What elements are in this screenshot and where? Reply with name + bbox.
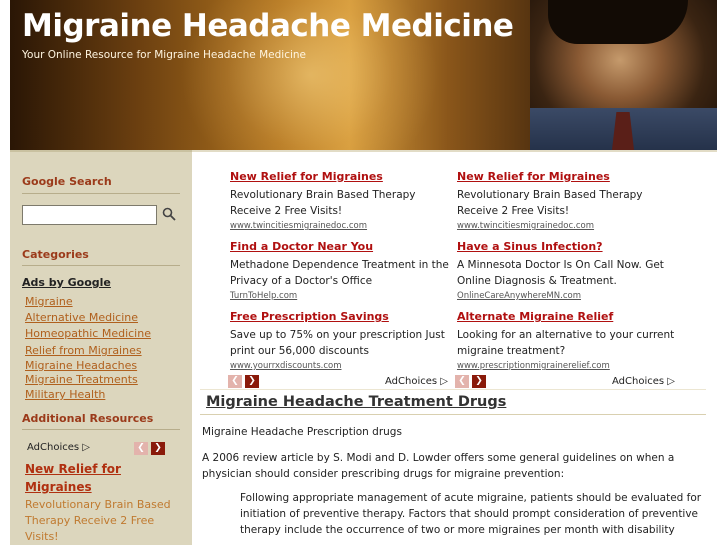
ad-text: Revolutionary Brain Based Therapy Receiv… bbox=[230, 189, 416, 217]
divider bbox=[22, 265, 180, 266]
main-content: New Relief for Migraines Revolutionary B… bbox=[192, 150, 717, 545]
sidebar-ad-text: Revolutionary Brain Based Therapy Receiv… bbox=[25, 498, 171, 543]
search-input[interactable] bbox=[22, 205, 157, 225]
category-link[interactable]: Military Health bbox=[25, 388, 105, 401]
sidebar: Google Search Categories Ads by Google M… bbox=[10, 150, 192, 545]
divider bbox=[22, 193, 180, 194]
category-link[interactable]: Migraine Headaches bbox=[25, 359, 137, 372]
article-subtitle: Migraine Headache Prescription drugs bbox=[202, 426, 402, 438]
ad-title[interactable]: Free Prescription Savings bbox=[230, 310, 455, 323]
adchoices-icon: ▷ bbox=[82, 442, 90, 453]
sidebar-ad-title[interactable]: New Relief for Migraines bbox=[25, 460, 175, 496]
ad-url[interactable]: OnlineCareAnywhereMN.com bbox=[457, 291, 682, 301]
adchoices-link[interactable]: AdChoices ▷ bbox=[27, 442, 90, 453]
category-link[interactable]: Migraine bbox=[25, 295, 73, 308]
adchoices-label: AdChoices bbox=[385, 376, 438, 387]
next-arrow-icon[interactable]: ❯ bbox=[151, 442, 165, 455]
adchoices-label: AdChoices bbox=[612, 376, 665, 387]
header-portrait-image bbox=[530, 0, 717, 150]
article-paragraph: A 2006 review article by S. Modi and D. … bbox=[202, 452, 675, 480]
ad-title[interactable]: Have a Sinus Infection? bbox=[457, 240, 682, 253]
prev-arrow-icon[interactable]: ❮ bbox=[228, 375, 242, 388]
ad-unit: Find a Doctor Near You Methadone Depende… bbox=[230, 240, 455, 301]
adchoices-label: AdChoices bbox=[27, 442, 80, 453]
ad-unit: New Relief for Migraines Revolutionary B… bbox=[457, 170, 682, 231]
site-tagline: Your Online Resource for Migraine Headac… bbox=[22, 49, 307, 61]
next-arrow-icon[interactable]: ❯ bbox=[472, 375, 486, 388]
article-title[interactable]: Migraine Headache Treatment Drugs bbox=[206, 394, 506, 410]
next-arrow-icon[interactable]: ❯ bbox=[245, 375, 259, 388]
ad-text: Methadone Dependence Treatment in the Pr… bbox=[230, 259, 449, 287]
category-link[interactable]: Relief from Migraines bbox=[25, 344, 142, 357]
ad-url[interactable]: www.yourrxdiscounts.com bbox=[230, 361, 455, 371]
ad-unit: Have a Sinus Infection? A Minnesota Doct… bbox=[457, 240, 682, 301]
category-link[interactable]: Homeopathic Medicine bbox=[25, 327, 151, 340]
categories-heading: Categories bbox=[22, 248, 89, 261]
ad-unit: Free Prescription Savings Save up to 75%… bbox=[230, 310, 455, 371]
adchoices-icon: ▷ bbox=[440, 376, 448, 387]
adchoices-icon: ▷ bbox=[667, 376, 675, 387]
ad-title[interactable]: Alternate Migraine Relief bbox=[457, 310, 682, 323]
ad-title[interactable]: New Relief for Migraines bbox=[457, 170, 682, 183]
ad-unit: New Relief for Migraines Revolutionary B… bbox=[230, 170, 455, 231]
prev-arrow-icon[interactable]: ❮ bbox=[455, 375, 469, 388]
article-blockquote: Following appropriate management of acut… bbox=[240, 492, 702, 536]
google-search-heading: Google Search bbox=[22, 175, 112, 188]
site-title[interactable]: Migraine Headache Medicine bbox=[22, 8, 514, 44]
ad-url[interactable]: www.twincitiesmigrainedoc.com bbox=[457, 221, 682, 231]
adchoices-link[interactable]: AdChoices ▷ bbox=[385, 376, 448, 387]
divider bbox=[22, 429, 180, 430]
prev-arrow-icon[interactable]: ❮ bbox=[134, 442, 148, 455]
ad-title[interactable]: Find a Doctor Near You bbox=[230, 240, 455, 253]
ad-unit: Alternate Migraine Relief Looking for an… bbox=[457, 310, 682, 371]
adchoices-link[interactable]: AdChoices ▷ bbox=[612, 376, 675, 387]
ad-text: Looking for an alternative to your curre… bbox=[457, 329, 675, 357]
additional-resources-heading: Additional Resources bbox=[22, 412, 154, 425]
ads-by-google-link[interactable]: Ads by Google bbox=[22, 276, 111, 289]
portrait-hair bbox=[548, 0, 688, 44]
category-link[interactable]: Migraine Treatments bbox=[25, 373, 138, 386]
ad-text: Revolutionary Brain Based Therapy Receiv… bbox=[457, 189, 643, 217]
ad-text: Save up to 75% on your prescription Just… bbox=[230, 329, 445, 357]
ad-title[interactable]: New Relief for Migraines bbox=[230, 170, 455, 183]
category-link[interactable]: Alternative Medicine bbox=[25, 311, 138, 324]
ad-url[interactable]: www.twincitiesmigrainedoc.com bbox=[230, 221, 455, 231]
ad-url[interactable]: TurnToHelp.com bbox=[230, 291, 455, 301]
ad-url[interactable]: www.prescriptionmigrainerelief.com bbox=[457, 361, 682, 371]
ad-text: A Minnesota Doctor Is On Call Now. Get O… bbox=[457, 259, 664, 287]
site-header: Migraine Headache Medicine Your Online R… bbox=[10, 0, 717, 150]
search-icon[interactable] bbox=[162, 207, 176, 221]
